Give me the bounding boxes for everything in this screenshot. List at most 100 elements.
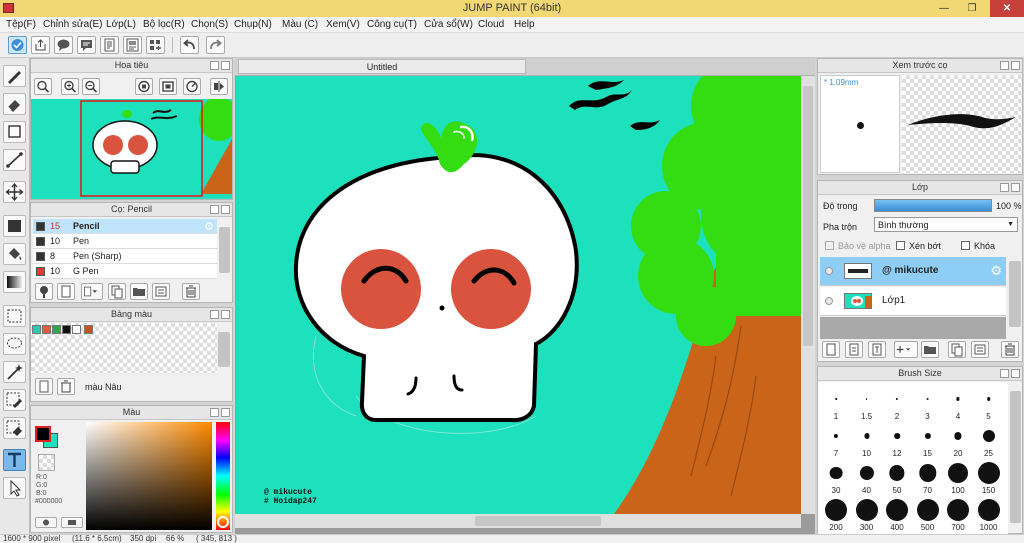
delete-layer-icon[interactable] xyxy=(1001,341,1019,358)
text-tool-icon[interactable] xyxy=(3,449,26,471)
menu-file[interactable]: Tệp(F) xyxy=(6,19,36,30)
panel-float-icon[interactable] xyxy=(210,205,219,214)
new-raster-layer-icon[interactable] xyxy=(845,341,863,358)
close-icon[interactable]: ✕ xyxy=(990,0,1024,17)
brush-size-option[interactable]: 7 xyxy=(821,422,851,458)
grid-settings-icon[interactable] xyxy=(146,36,165,54)
panel-float-icon[interactable] xyxy=(210,310,219,319)
brush-size-option[interactable]: 10 xyxy=(852,422,882,458)
palette-swatch[interactable] xyxy=(52,325,61,334)
layer-folder-icon[interactable] xyxy=(921,341,939,358)
panel-close-icon[interactable] xyxy=(221,310,230,319)
menu-color[interactable]: Màu (C) xyxy=(282,19,318,30)
copy-brush-icon[interactable] xyxy=(108,283,126,300)
zoom-fit-icon[interactable] xyxy=(34,78,52,95)
brush-size-option[interactable]: 70 xyxy=(913,459,943,495)
brush-size-option[interactable]: 500 xyxy=(913,496,943,532)
brush-item-pencil[interactable]: 15 Pencil ⚙ xyxy=(33,219,217,234)
horizontal-scroll-thumb[interactable] xyxy=(475,516,601,526)
brush-menu-icon[interactable] xyxy=(81,283,103,300)
export-icon[interactable] xyxy=(31,36,50,54)
pen-tool-icon[interactable] xyxy=(3,65,26,87)
panel-float-icon[interactable] xyxy=(210,408,219,417)
gear-icon[interactable]: ⚙ xyxy=(990,263,1002,279)
palette-swatch[interactable] xyxy=(84,325,93,334)
menu-window[interactable]: Cửa sổ(W) xyxy=(424,19,473,30)
brush-size-scrollbar[interactable] xyxy=(1010,391,1021,523)
zoom-in-icon[interactable] xyxy=(61,78,79,95)
menu-view[interactable]: Xem(V) xyxy=(326,19,360,30)
message-icon[interactable] xyxy=(77,36,96,54)
brush-item-g-pen[interactable]: 10 G Pen xyxy=(33,264,217,279)
menu-capture[interactable]: Chụp(N) xyxy=(234,19,272,30)
new-swatch-icon[interactable] xyxy=(35,378,53,395)
panel-float-icon[interactable] xyxy=(1000,183,1009,192)
eraser-tool-icon[interactable] xyxy=(3,93,26,115)
brush-shape-icon[interactable] xyxy=(35,283,53,300)
brush-size-option[interactable]: 700 xyxy=(943,496,973,532)
document-icon[interactable] xyxy=(100,36,119,54)
menu-edit[interactable]: Chỉnh sửa(E) xyxy=(43,19,103,30)
panel-close-icon[interactable] xyxy=(221,408,230,417)
layer-visibility-icon[interactable] xyxy=(825,267,833,275)
foreground-color-swatch[interactable] xyxy=(35,426,51,442)
layer-row-lop1[interactable]: Lớp1 xyxy=(820,287,1006,316)
panel-float-icon[interactable] xyxy=(1000,61,1009,70)
add-layer-menu-icon[interactable] xyxy=(894,341,918,358)
comment-icon[interactable] xyxy=(54,36,73,54)
brush-size-option[interactable]: 300 xyxy=(852,496,882,532)
lock-checkbox[interactable] xyxy=(961,241,970,250)
new-text-layer-icon[interactable] xyxy=(868,341,886,358)
delete-swatch-icon[interactable] xyxy=(57,378,75,395)
menu-filter[interactable]: Bộ lọc(R) xyxy=(143,19,185,30)
gear-icon[interactable]: ⚙ xyxy=(204,220,214,234)
vertical-scroll-thumb[interactable] xyxy=(803,86,813,346)
brush-item-pen-sharp[interactable]: 8 Pen (Sharp) xyxy=(33,249,217,264)
select-eraser-icon[interactable] xyxy=(3,417,26,439)
flip-icon[interactable] xyxy=(210,78,228,95)
brush-size-option[interactable]: 25 xyxy=(974,422,1004,458)
menu-tools[interactable]: Công cụ(T) xyxy=(367,19,417,30)
new-layer-icon[interactable] xyxy=(822,341,840,358)
restore-icon[interactable]: ❐ xyxy=(960,0,984,17)
fit-window-icon[interactable] xyxy=(159,78,177,95)
clipping-checkbox[interactable] xyxy=(896,241,905,250)
select-rect-icon[interactable] xyxy=(3,305,26,327)
gradient-tool-icon[interactable] xyxy=(3,271,26,293)
magic-wand-icon[interactable] xyxy=(3,361,26,383)
vertical-scrollbar[interactable] xyxy=(801,76,815,514)
delete-brush-icon[interactable] xyxy=(182,283,200,300)
blend-mode-select[interactable]: Bình thường ▼ xyxy=(874,217,1018,232)
navigator-thumbnail[interactable] xyxy=(31,99,232,199)
layer-visibility-icon[interactable] xyxy=(825,297,833,305)
layer-row-mikucute[interactable]: @ mikucute ⚙ xyxy=(820,257,1006,286)
zoom-out-icon[interactable] xyxy=(82,78,100,95)
panel-close-icon[interactable] xyxy=(1011,61,1020,70)
saturation-value-picker[interactable] xyxy=(86,422,212,530)
check-icon[interactable] xyxy=(8,36,27,54)
minimize-icon[interactable]: — xyxy=(932,0,956,17)
document-tab[interactable]: Untitled xyxy=(238,59,526,74)
rectangle-select-icon[interactable] xyxy=(3,121,26,143)
brush-size-option[interactable]: 150 xyxy=(974,459,1004,495)
shape-fill-icon[interactable] xyxy=(3,215,26,237)
duplicate-layer-icon[interactable] xyxy=(948,341,966,358)
palette-swatch[interactable] xyxy=(62,325,71,334)
undo-icon[interactable] xyxy=(180,36,199,54)
brush-size-option[interactable]: 30 xyxy=(821,459,851,495)
palette-swatch[interactable] xyxy=(42,325,51,334)
horizontal-scrollbar[interactable] xyxy=(235,514,801,528)
brush-item-pen[interactable]: 10 Pen xyxy=(33,234,217,249)
palette-scrollbar[interactable] xyxy=(218,332,230,367)
bucket-fill-icon[interactable] xyxy=(3,243,26,265)
brush-size-option[interactable]: 40 xyxy=(852,459,882,495)
menu-layer[interactable]: Lớp(L) xyxy=(106,19,136,30)
lasso-icon[interactable] xyxy=(3,333,26,355)
page-icon[interactable] xyxy=(123,36,142,54)
folder-icon[interactable] xyxy=(130,283,148,300)
hue-slider-handle[interactable] xyxy=(217,516,229,528)
brush-size-option[interactable]: 100 xyxy=(943,459,973,495)
opacity-slider[interactable] xyxy=(874,199,992,212)
brush-size-option[interactable]: 200 xyxy=(821,496,851,532)
panel-close-icon[interactable] xyxy=(221,205,230,214)
